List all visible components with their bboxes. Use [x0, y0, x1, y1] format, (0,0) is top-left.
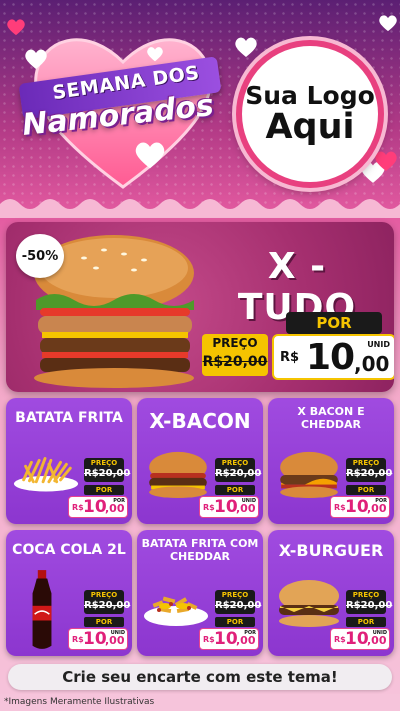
product-name: COCA COLA 2L — [12, 542, 126, 558]
por-label: POR — [346, 617, 386, 627]
old-price: R$20,00 — [346, 600, 393, 611]
unit-label: POR — [113, 498, 125, 504]
product-card: X-BACON PREÇO R$20,00 POR R$ 10,00 UNID — [137, 398, 263, 524]
currency: R$ — [280, 350, 300, 365]
por-label: POR — [215, 485, 255, 495]
old-price: R$20,00 — [215, 600, 262, 611]
price-int: 10 — [214, 629, 238, 649]
preco-label: PREÇO — [352, 459, 380, 467]
price-tag: R$ 10,00 POR — [330, 496, 390, 518]
unit-label: UNID — [372, 630, 387, 636]
currency: R$ — [72, 635, 84, 644]
old-price-tag: PREÇO R$20,00 — [202, 334, 268, 376]
footnote: *Imagens Meramente Ilustrativas — [4, 697, 155, 707]
old-price-tag: PREÇO R$20,00 — [346, 590, 393, 614]
heart-icon — [375, 151, 397, 171]
product-image — [12, 454, 80, 494]
por-label: POR — [286, 312, 382, 334]
product-image — [274, 578, 344, 628]
product-card: BATATA FRITA PREÇO R$20,00 POR R$ 10,00 POR — [6, 398, 132, 524]
preco-label: PREÇO — [90, 591, 118, 599]
product-image — [274, 450, 344, 498]
price-int: 10 — [83, 497, 107, 517]
price-tag: R$ 10,00 UNID — [68, 628, 128, 650]
price-tag: R$ 10,00 POR — [68, 496, 128, 518]
unit-label: UNID — [110, 630, 125, 636]
old-price-tag: PREÇO R$20,00 — [215, 590, 262, 614]
por-label: POR — [215, 617, 255, 627]
product-name: BATATA FRITA COM CHEDDAR — [141, 537, 259, 563]
old-price-tag: PREÇO R$20,00 — [346, 458, 393, 482]
preco-label: PREÇO — [221, 459, 249, 467]
product-card: COCA COLA 2L PREÇO R$20,00 POR R$ 10,00 UNID — [6, 530, 132, 656]
header: SEMANA DOS Namorados Sua Logo Aqui — [0, 0, 400, 210]
product-image — [143, 450, 213, 498]
product-card: BATATA FRITA COM CHEDDAR PREÇO R$20,00 POR R… — [137, 530, 263, 656]
flyer: SEMANA DOS Namorados Sua Logo Aqui -50% … — [0, 0, 400, 711]
price-tag: R$ 10,00 POR — [199, 628, 259, 650]
product-card: X-BURGUER PREÇO R$20,00 POR R$ 10,00 UNID — [268, 530, 394, 656]
por-label: POR — [346, 485, 386, 495]
currency: R$ — [72, 503, 84, 512]
old-price: R$20,00 — [84, 468, 131, 479]
old-price: R$20,00 — [215, 468, 262, 479]
currency: R$ — [334, 635, 346, 644]
price-tag: R$ 10 ,00 UNID — [272, 334, 394, 380]
heart-icon — [135, 142, 165, 169]
preco-label: PREÇO — [352, 591, 380, 599]
old-price-tag: PREÇO R$20,00 — [84, 458, 131, 482]
heart-icon — [25, 49, 47, 69]
price-int: 10 — [214, 497, 238, 517]
heart-icon — [7, 19, 25, 36]
logo-text-2: Aqui — [265, 106, 355, 147]
old-price: R$20,00 — [84, 600, 131, 611]
product-name: X BACON E CHEDDAR — [297, 405, 365, 431]
preco-label: PREÇO — [221, 591, 249, 599]
heart-icon — [379, 15, 397, 32]
old-price-tag: PREÇO R$20,00 — [215, 458, 262, 482]
cta-banner[interactable]: Crie seu encarte com este tema! — [8, 664, 392, 690]
price-tag: R$ 10,00 UNID — [330, 628, 390, 650]
price-int: 10 — [306, 337, 355, 378]
product-name: X-BACON — [149, 409, 251, 433]
logo-placeholder: Sua Logo Aqui — [236, 40, 384, 188]
price-tag: R$ 10,00 UNID — [199, 496, 259, 518]
discount-badge: -50% — [16, 234, 64, 278]
product-image — [141, 584, 211, 628]
heart-icon — [235, 37, 257, 57]
price-int: 10 — [345, 497, 369, 517]
old-price-tag: PREÇO R$20,00 — [84, 590, 131, 614]
currency: R$ — [203, 635, 215, 644]
price-cents: ,00 — [354, 352, 390, 376]
heart-icon — [147, 47, 163, 62]
old-price: R$20,00 — [346, 468, 393, 479]
product-name: BATATA FRITA — [15, 410, 123, 426]
por-label: POR — [84, 617, 124, 627]
product-name: X-BURGUER — [278, 541, 384, 560]
old-price: R$20,00 — [202, 354, 268, 370]
currency: R$ — [203, 503, 215, 512]
price-int: 10 — [83, 629, 107, 649]
price-int: 10 — [345, 629, 369, 649]
logo-text-1: Sua Logo — [245, 80, 375, 110]
unit-label: POR — [375, 498, 387, 504]
unit-label: POR — [244, 630, 256, 636]
preco-label: PREÇO — [212, 336, 258, 350]
unit-label: UNID — [241, 498, 256, 504]
hero-product: -50% X - TUDO PREÇO R$20,00 POR R$ 10 ,0… — [6, 222, 394, 392]
product-image — [24, 568, 60, 652]
product-card: X BACON E CHEDDAR PREÇO R$20,00 POR R$ 10,00 P… — [268, 398, 394, 524]
wave-divider — [0, 199, 400, 218]
por-label: POR — [84, 485, 124, 495]
currency: R$ — [334, 503, 346, 512]
preco-label: PREÇO — [90, 459, 118, 467]
unit-label: UNID — [367, 340, 390, 349]
